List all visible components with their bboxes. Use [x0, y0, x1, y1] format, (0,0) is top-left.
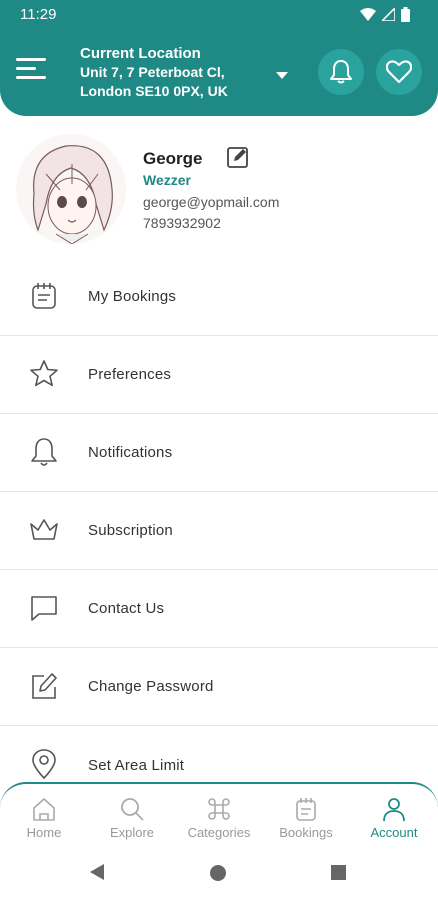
home-circle-icon[interactable]	[210, 865, 226, 881]
location-pin-icon	[32, 749, 56, 780]
menu-item-my-bookings[interactable]: My Bookings	[0, 258, 438, 336]
menu-item-contact-us[interactable]: Contact Us	[0, 570, 438, 648]
edit-profile-button[interactable]	[226, 145, 250, 169]
menu-label-set-area-limit: Set Area Limit	[88, 756, 185, 774]
edit-icon	[32, 673, 57, 699]
heart-icon	[386, 60, 412, 84]
wifi-icon	[360, 8, 376, 21]
menu-item-change-password[interactable]: Change Password	[0, 648, 438, 726]
menu-label-preferences: Preferences	[88, 366, 172, 383]
menu-item-preferences[interactable]: Preferences	[0, 336, 438, 414]
home-icon	[33, 798, 55, 821]
nav-explore[interactable]: Explore	[92, 796, 172, 840]
location-title: Current Location	[80, 45, 201, 62]
menu-label-notifications: Notifications	[88, 444, 173, 461]
bookings-icon	[296, 798, 316, 821]
favorites-button[interactable]	[376, 49, 422, 95]
signal-icon	[382, 8, 395, 21]
command-icon	[208, 798, 230, 820]
system-navigation-bar	[0, 846, 438, 900]
nav-categories[interactable]: Categories	[179, 796, 259, 840]
profile-subtitle: Wezzer	[143, 172, 191, 188]
location-address-line2: London SE10 0PX, UK	[80, 83, 228, 99]
chat-icon	[31, 596, 57, 621]
search-icon	[121, 798, 144, 821]
menu-label-my-bookings: My Bookings	[88, 288, 177, 305]
nav-label-home: Home	[26, 825, 62, 840]
nav-label-categories: Categories	[187, 825, 251, 840]
nav-label-explore: Explore	[109, 825, 155, 840]
chevron-down-icon[interactable]	[276, 72, 288, 79]
menu-label-change-password: Change Password	[88, 678, 214, 695]
status-icons	[360, 7, 410, 22]
avatar-illustration	[16, 134, 126, 244]
bottom-navigation: Home Explore Categories Bookings Account	[0, 782, 438, 846]
bookings-icon	[32, 283, 56, 309]
profile-phone: 7893932902	[143, 215, 221, 231]
bell-icon	[31, 438, 57, 466]
crown-icon	[30, 519, 58, 540]
menu-label-contact-us: Contact Us	[88, 600, 165, 617]
status-time: 11:29	[20, 6, 57, 23]
recent-apps-icon[interactable]	[331, 865, 346, 880]
back-icon[interactable]	[90, 864, 104, 880]
menu-item-subscription[interactable]: Subscription	[0, 492, 438, 570]
nav-home[interactable]: Home	[4, 796, 84, 840]
nav-label-bookings: Bookings	[279, 825, 333, 840]
edit-icon	[227, 147, 248, 168]
menu-icon[interactable]	[16, 58, 46, 84]
battery-icon	[401, 7, 410, 22]
bell-icon	[330, 60, 352, 84]
menu-item-notifications[interactable]: Notifications	[0, 414, 438, 492]
profile-email: george@yopmail.com	[143, 194, 280, 210]
avatar[interactable]	[16, 134, 126, 244]
profile-card: George Wezzer george@yopmail.com 7893932…	[0, 128, 438, 248]
nav-bookings[interactable]: Bookings	[266, 796, 346, 840]
notifications-button[interactable]	[318, 49, 364, 95]
menu-label-subscription: Subscription	[88, 522, 173, 539]
app-header: 11:29 Current Location Unit 7, 7 Peterbo…	[0, 0, 438, 116]
person-icon	[383, 798, 405, 822]
account-menu: My Bookings Preferences Notifications Su…	[0, 258, 438, 804]
star-icon	[30, 360, 58, 387]
profile-name: George	[143, 149, 203, 168]
location-address-line1: Unit 7, 7 Peterboat Cl,	[80, 64, 225, 80]
status-bar: 11:29	[0, 0, 438, 30]
nav-account[interactable]: Account	[354, 796, 434, 840]
nav-label-account: Account	[370, 825, 418, 840]
current-location[interactable]: Current Location Unit 7, 7 Peterboat Cl,…	[80, 45, 280, 101]
